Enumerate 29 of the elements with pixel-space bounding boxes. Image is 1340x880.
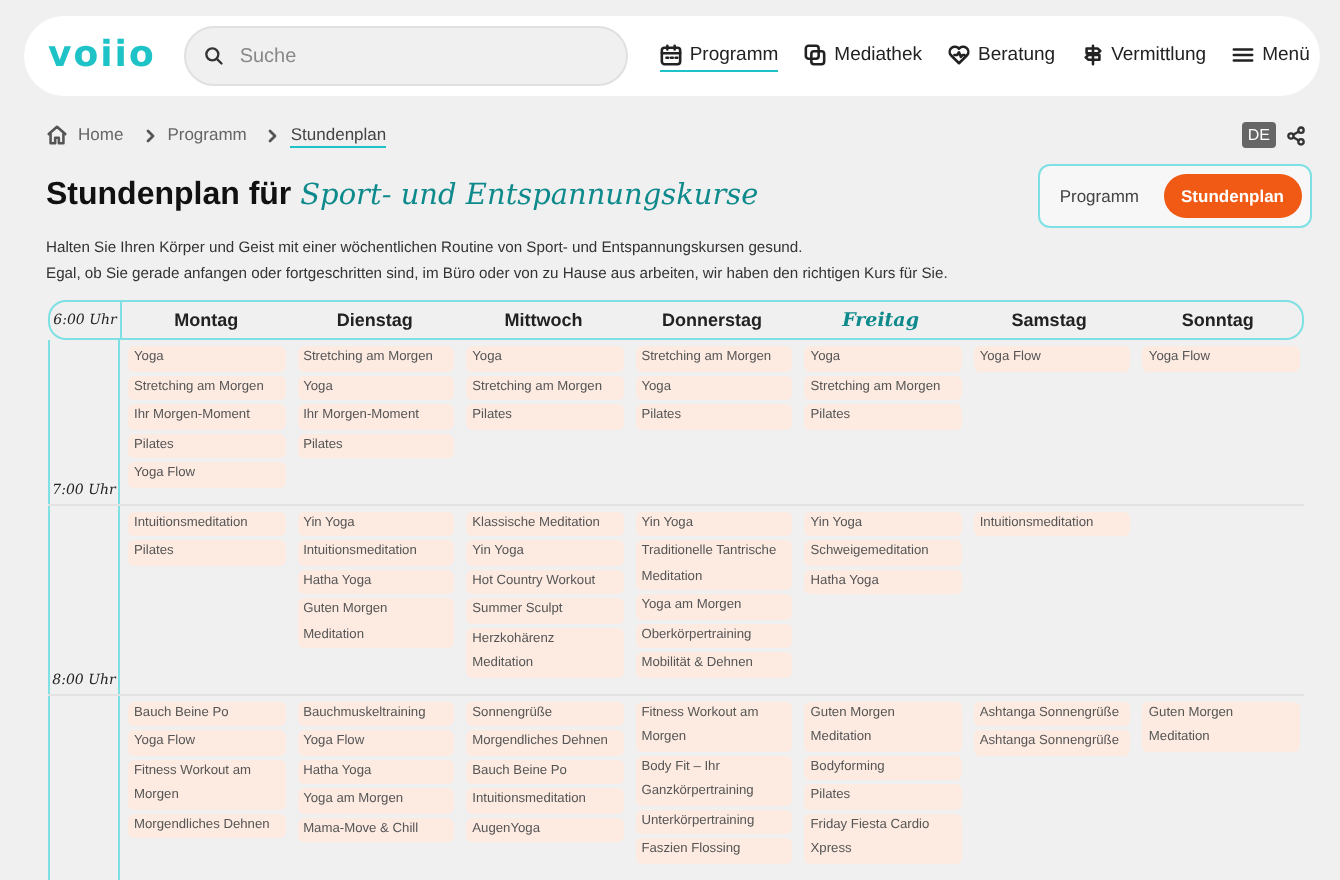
menu-icon — [1232, 44, 1255, 66]
toggle-button[interactable]: Programm — [1047, 174, 1152, 218]
page-title: Stundenplan für Sport- und Entspannungskurse — [46, 178, 759, 214]
nav-link[interactable]: Menü — [1232, 40, 1310, 72]
day-heading: Freitag — [840, 309, 921, 331]
day-heading: Sonntag — [1179, 310, 1256, 330]
nav-link[interactable]: Beratung — [948, 40, 1056, 72]
search-field[interactable]: Suche — [183, 26, 628, 86]
breadcrumb-link[interactable]: Home — [78, 123, 124, 147]
breadcrumb-link[interactable]: Stundenplan — [290, 123, 387, 147]
search-icon — [203, 46, 224, 66]
day-heading: Montag — [172, 310, 241, 330]
breadcrumb-link[interactable]: Programm — [167, 123, 247, 147]
share-icon[interactable] — [1286, 125, 1306, 145]
day-heading: Dienstag — [334, 310, 415, 330]
heart-icon — [948, 44, 970, 66]
calendar-icon — [659, 44, 682, 66]
day-heading: Samstag — [1009, 310, 1089, 330]
chevron-icon — [141, 127, 158, 143]
overlapping-squares-icon — [804, 44, 827, 66]
chevron-icon — [264, 127, 281, 143]
nav-link[interactable]: Vermittlung — [1081, 40, 1207, 72]
nav-link[interactable]: Mediathek — [804, 40, 922, 72]
nav-link[interactable]: Programm — [659, 40, 779, 72]
day-heading: Mittwoch — [502, 310, 585, 330]
language-badge[interactable]: DE — [1241, 122, 1276, 148]
day-heading: Donnerstag — [659, 310, 764, 330]
home-icon — [46, 124, 68, 146]
signpost-icon — [1081, 44, 1104, 66]
